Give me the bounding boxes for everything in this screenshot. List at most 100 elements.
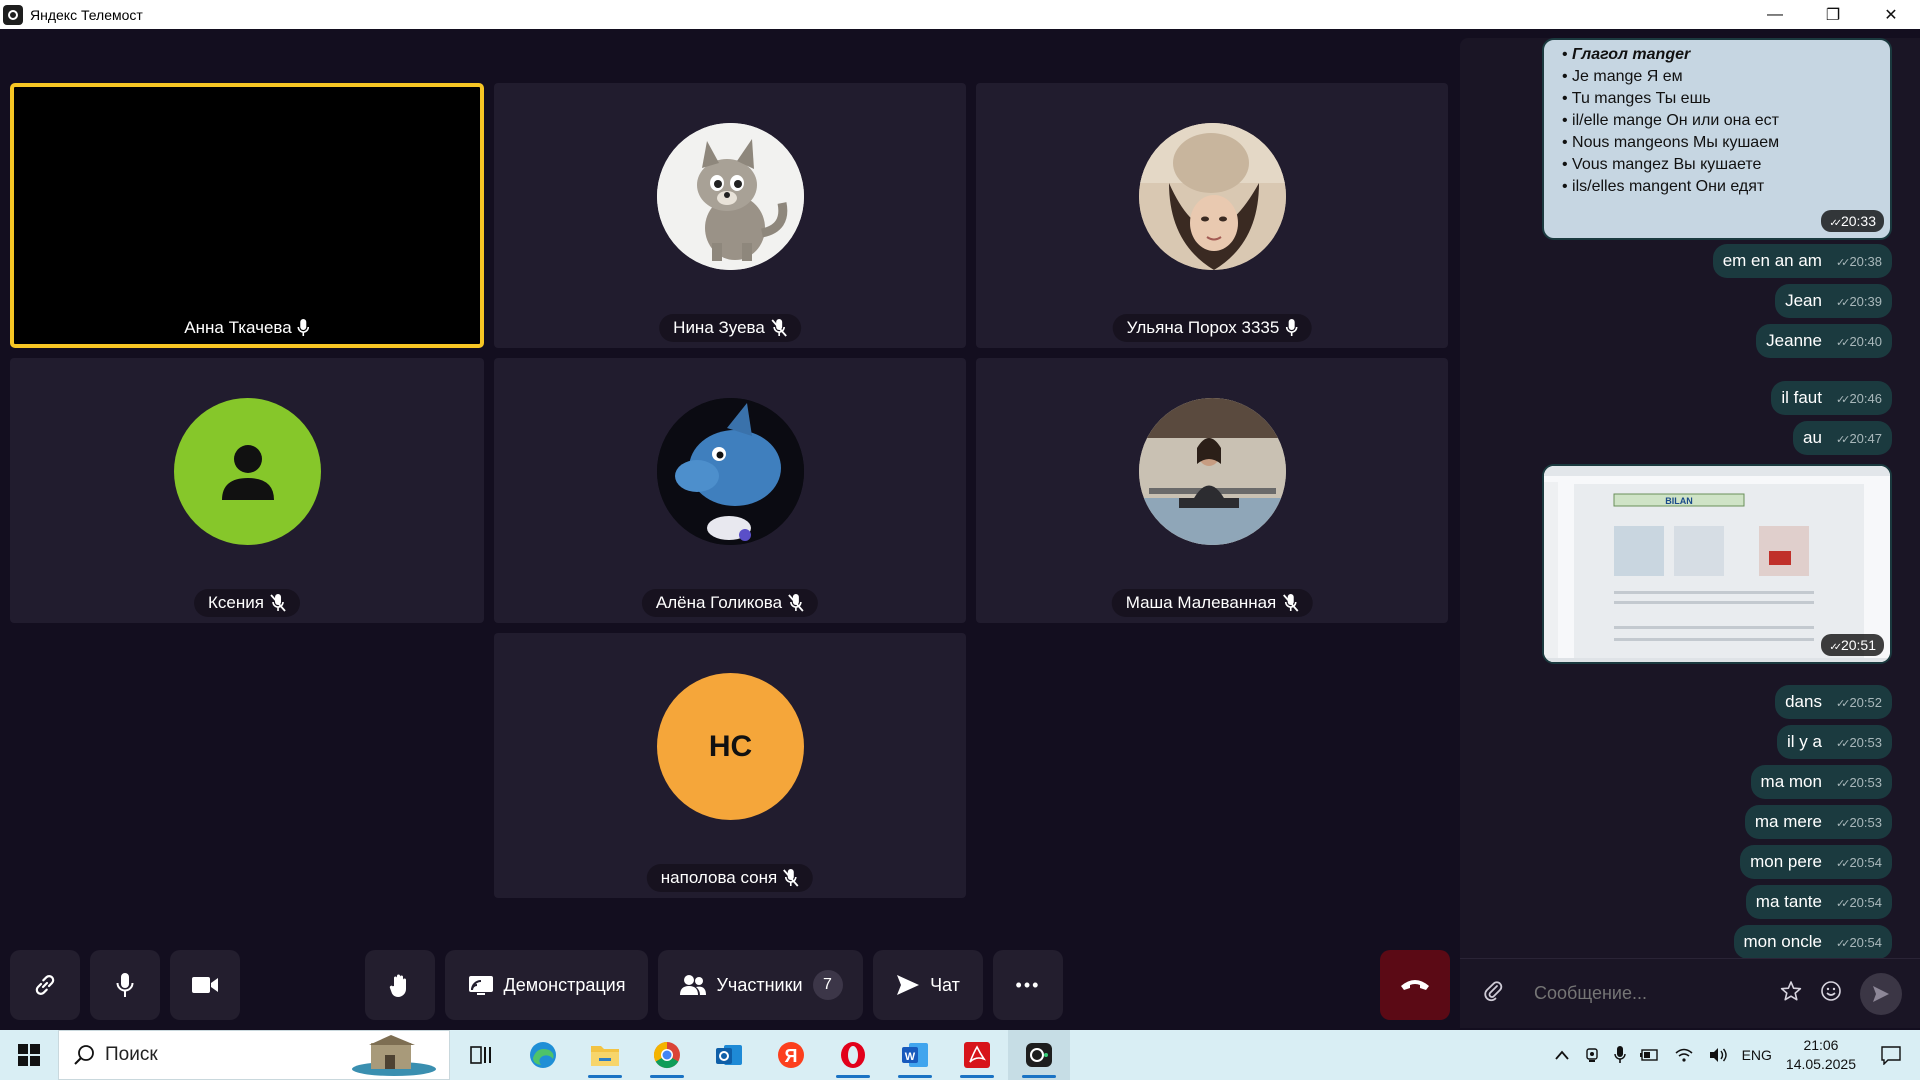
star-icon[interactable] <box>1780 980 1802 1008</box>
system-tray: ENG 21:06 14.05.2025 <box>1554 1030 1920 1080</box>
message-time: 20:54 <box>1836 935 1882 950</box>
avatar <box>174 398 321 545</box>
chat-message[interactable]: Jean 20:39 <box>1775 284 1892 318</box>
file-explorer-button[interactable] <box>574 1030 636 1080</box>
chat-message[interactable]: il faut 20:46 <box>1771 381 1892 415</box>
chat-message[interactable]: mon oncle 20:54 <box>1733 925 1892 959</box>
telemost-icon <box>1026 1043 1052 1067</box>
message-time: 20:39 <box>1836 294 1882 309</box>
avatar <box>1139 398 1286 545</box>
acrobat-button[interactable] <box>946 1030 1008 1080</box>
folder-icon <box>591 1046 619 1066</box>
minimize-button[interactable]: — <box>1746 0 1804 29</box>
emoji-icon[interactable] <box>1820 980 1842 1008</box>
chrome-button[interactable] <box>636 1030 698 1080</box>
battery-icon[interactable] <box>1639 1048 1660 1062</box>
message-time: 20:52 <box>1836 695 1882 710</box>
raise-hand-button[interactable] <box>365 950 435 1020</box>
participant-tile-active[interactable]: Анна Ткачева <box>10 83 484 348</box>
notifications-icon[interactable] <box>1880 1045 1902 1065</box>
mic-muted-icon <box>771 319 787 337</box>
chat-message[interactable]: dans 20:52 <box>1775 685 1892 719</box>
attach-icon[interactable] <box>1482 980 1522 1008</box>
microphone-button[interactable] <box>90 950 160 1020</box>
participant-name-pill: Нина Зуева <box>659 314 801 342</box>
chrome-icon <box>653 1041 680 1069</box>
camera-button[interactable] <box>170 950 240 1020</box>
taskbar-clock[interactable]: 21:06 14.05.2025 <box>1786 1036 1856 1074</box>
message-time: 20:54 <box>1836 895 1882 910</box>
taskbar-search[interactable]: Поиск <box>58 1030 450 1080</box>
user-photo-avatar-image <box>1139 398 1286 545</box>
dolphin-avatar-image <box>657 398 804 545</box>
more-button[interactable]: ••• <box>993 950 1063 1020</box>
message-time: 20:46 <box>1836 391 1882 406</box>
message-input[interactable] <box>1534 983 1780 1004</box>
message-time: 20:47 <box>1836 431 1882 446</box>
participant-tile[interactable]: Ксения <box>10 358 484 623</box>
chat-message[interactable]: il y a 20:53 <box>1776 725 1892 759</box>
microphone-tray-icon[interactable] <box>1613 1046 1626 1064</box>
microphone-icon <box>116 973 134 997</box>
volume-icon[interactable] <box>1708 1047 1728 1063</box>
participant-tile[interactable]: НС наполова соня <box>494 633 966 898</box>
camera-icon <box>192 977 218 993</box>
participant-name: Нина Зуева <box>673 318 765 337</box>
webcam-icon[interactable] <box>1584 1047 1600 1063</box>
chat-message[interactable]: au 20:47 <box>1793 421 1892 455</box>
slide-content: • Глагол manger • Je mange Я ем • Tu man… <box>1544 40 1890 198</box>
word-button[interactable]: W <box>884 1030 946 1080</box>
chat-message[interactable]: Jeanne 20:40 <box>1756 324 1892 358</box>
telemost-app-icon <box>3 4 23 25</box>
copy-link-button[interactable] <box>10 950 80 1020</box>
edge-button[interactable] <box>512 1030 574 1080</box>
message-text: mon oncle <box>1743 932 1822 951</box>
end-call-button[interactable] <box>1380 950 1450 1020</box>
message-text: il faut <box>1781 388 1822 407</box>
chat-button[interactable]: Чат <box>873 950 983 1020</box>
participant-tile[interactable]: Алёна Голикова <box>494 358 966 623</box>
chat-image-message[interactable]: BILAN 20:51 <box>1542 464 1892 664</box>
yandex-browser-button[interactable]: Я <box>760 1030 822 1080</box>
participant-tile[interactable]: Маша Малеванная <box>976 358 1448 623</box>
send-button[interactable] <box>1860 972 1902 1015</box>
language-indicator[interactable]: ENG <box>1742 1047 1772 1063</box>
mic-muted-icon <box>270 594 286 612</box>
wifi-icon[interactable] <box>1674 1047 1694 1063</box>
participant-tile[interactable]: Нина Зуева <box>494 83 966 348</box>
clock-time: 21:06 <box>1803 1037 1839 1053</box>
chat-message[interactable]: ma tante 20:54 <box>1745 885 1892 919</box>
message-text: mon pere <box>1750 852 1822 871</box>
message-text: Jeanne <box>1766 331 1822 350</box>
chat-image-message[interactable]: • Глагол manger • Je mange Я ем • Tu man… <box>1542 38 1892 240</box>
telemost-taskbar-button[interactable] <box>1008 1030 1070 1080</box>
chat-message[interactable]: mon pere 20:54 <box>1740 845 1892 879</box>
outlook-button[interactable] <box>698 1030 760 1080</box>
participant-tile[interactable]: Ульяна Порох 3335 <box>976 83 1448 348</box>
message-time: 20:53 <box>1836 815 1882 830</box>
chat-message[interactable]: ma mere 20:53 <box>1744 805 1892 839</box>
restore-button[interactable]: ❐ <box>1804 0 1862 29</box>
participant-name-pill: Маша Малеванная <box>1111 589 1313 617</box>
start-button[interactable] <box>0 1030 58 1080</box>
word-icon: W <box>902 1043 928 1067</box>
participant-name: Алёна Голикова <box>655 593 783 612</box>
send-arrow-icon <box>897 975 920 995</box>
participants-label: Участники <box>716 974 803 995</box>
participants-button[interactable]: Участники 7 <box>658 950 863 1020</box>
chat-message[interactable]: ma mon 20:53 <box>1750 765 1892 799</box>
close-button[interactable]: ✕ <box>1862 0 1920 29</box>
screen-share-button[interactable]: Демонстрация <box>445 950 648 1020</box>
link-icon <box>35 975 55 995</box>
message-time: 20:40 <box>1836 334 1882 349</box>
message-time: 20:38 <box>1836 254 1882 269</box>
opera-button[interactable] <box>822 1030 884 1080</box>
screen-share-label: Демонстрация <box>503 974 626 995</box>
clock-date: 14.05.2025 <box>1785 1056 1856 1072</box>
chat-message[interactable]: em en an am 20:38 <box>1712 244 1892 278</box>
chevron-up-icon[interactable] <box>1554 1049 1570 1061</box>
participant-name-pill: Ульяна Порох 3335 <box>1112 314 1312 342</box>
task-view-button[interactable] <box>450 1030 512 1080</box>
message-text: em en an am <box>1722 251 1822 270</box>
slide-line: • Tu manges Ты ешь <box>1562 90 1711 107</box>
